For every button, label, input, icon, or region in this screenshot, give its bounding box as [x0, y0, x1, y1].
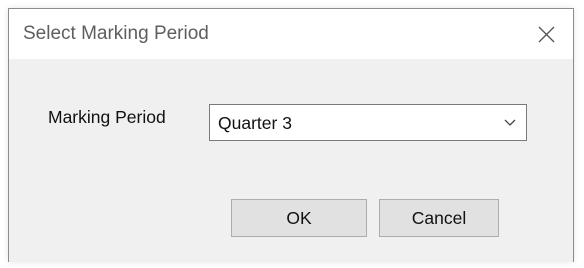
- title-bar: Select Marking Period: [9, 9, 573, 59]
- chevron-down-icon: [504, 119, 516, 126]
- select-marking-period-dialog: Select Marking Period Marking Period Qua…: [8, 8, 574, 262]
- dialog-title: Select Marking Period: [23, 23, 209, 44]
- marking-period-dropdown[interactable]: Quarter 3: [209, 104, 527, 141]
- close-button[interactable]: [519, 9, 573, 59]
- marking-period-selected-value: Quarter 3: [218, 113, 292, 133]
- close-icon: [538, 26, 555, 43]
- dialog-body: Marking Period Quarter 3 OK Cancel: [9, 59, 573, 262]
- cancel-button[interactable]: Cancel: [379, 199, 499, 237]
- ok-button[interactable]: OK: [231, 199, 367, 237]
- marking-period-label: Marking Period: [48, 107, 166, 127]
